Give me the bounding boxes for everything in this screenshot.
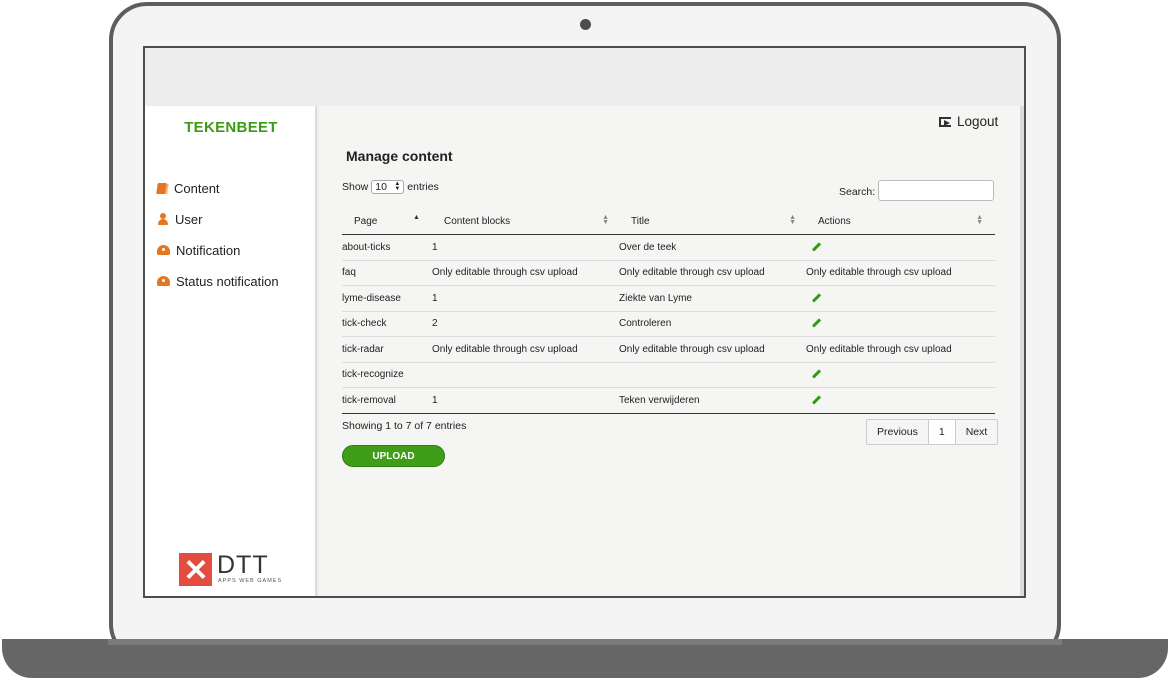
- cell-title: Ziekte van Lyme: [619, 285, 806, 312]
- logout-icon: [939, 116, 951, 127]
- dtt-logo: DTT APPS WEB GAMES: [179, 551, 283, 587]
- table-row: tick-recognize: [342, 362, 995, 388]
- cell-page: tick-recognize: [342, 362, 432, 388]
- cell-actions: [806, 311, 995, 337]
- table-row: tick-removal 1 Teken verwijderen: [342, 387, 995, 414]
- cell-content-blocks: Only editable through csv upload: [432, 336, 619, 363]
- sidebar-item-label: Notification: [176, 242, 241, 258]
- page-1-button[interactable]: 1: [928, 420, 956, 444]
- cell-content-blocks: 1: [432, 285, 619, 312]
- upload-button[interactable]: UPLOAD: [342, 445, 445, 467]
- dtt-x-mark-icon: [179, 553, 212, 586]
- scrollbar[interactable]: [1020, 106, 1024, 596]
- book-icon: [156, 182, 167, 194]
- cell-title: Teken verwijderen: [619, 387, 806, 414]
- sidebar-item-notification[interactable]: Notification: [157, 240, 240, 260]
- dtt-logo-text: DTT: [217, 551, 269, 579]
- cell-title: Only editable through csv upload: [619, 260, 806, 286]
- sort-both-icon: ▲ ▼: [976, 214, 983, 226]
- table-row: faq Only editable through csv upload Onl…: [342, 260, 995, 286]
- camera-dot: [580, 19, 591, 30]
- column-header-content-blocks[interactable]: Content blocks ▲ ▼: [432, 208, 619, 235]
- edit-pencil-icon[interactable]: [811, 242, 822, 252]
- laptop-base-hinge: [108, 639, 1062, 645]
- edit-pencil-icon[interactable]: [811, 318, 822, 328]
- cell-content-blocks: 2: [432, 311, 619, 337]
- column-header-title[interactable]: Title ▲ ▼: [619, 208, 806, 235]
- sort-both-icon: ▲ ▼: [789, 214, 796, 226]
- cell-page: faq: [342, 260, 432, 286]
- logout-button[interactable]: Logout: [939, 114, 998, 129]
- sidebar-item-user[interactable]: User: [157, 209, 202, 229]
- cell-actions: Only editable through csv upload: [806, 260, 995, 286]
- cell-title: Only editable through csv upload: [619, 336, 806, 363]
- gauge-icon: [157, 276, 170, 286]
- cell-page: tick-removal: [342, 387, 432, 414]
- cell-actions: [806, 362, 995, 388]
- column-header-page[interactable]: Page ▲: [342, 208, 432, 235]
- sidebar-item-status-notification[interactable]: Status notification: [157, 271, 279, 291]
- cell-title: Over de teek: [619, 234, 806, 261]
- main-content: Logout Manage content Show 10 ▲ ▼ entries…: [319, 106, 1024, 596]
- sidebar: TEKENBEET Content User Notification Stat…: [145, 106, 317, 596]
- cell-page: lyme-disease: [342, 285, 432, 312]
- cell-page: about-ticks: [342, 234, 432, 261]
- entries-select-value: 10: [375, 181, 387, 193]
- edit-pencil-icon[interactable]: [811, 293, 822, 303]
- brand-title: TEKENBEET: [184, 119, 278, 136]
- cell-content-blocks: 1: [432, 234, 619, 261]
- select-arrows-icon: ▲ ▼: [394, 181, 401, 192]
- sidebar-item-label: Content: [174, 180, 220, 196]
- screen-top-area: [145, 48, 1024, 106]
- search-input[interactable]: [878, 180, 994, 201]
- content-table: Page ▲ Content blocks ▲ ▼ Title ▲ ▼ Action…: [342, 208, 995, 414]
- cell-content-blocks: Only editable through csv upload: [432, 260, 619, 286]
- logout-label: Logout: [957, 114, 999, 129]
- cell-actions: [806, 285, 995, 312]
- edit-pencil-icon[interactable]: [811, 395, 822, 405]
- gauge-icon: [157, 245, 170, 255]
- next-page-button[interactable]: Next: [956, 420, 998, 444]
- cell-actions: Only editable through csv upload: [806, 336, 995, 363]
- cell-page: tick-check: [342, 311, 432, 337]
- table-row: about-ticks 1 Over de teek: [342, 234, 995, 261]
- previous-page-button[interactable]: Previous: [867, 420, 929, 444]
- cell-title: [619, 362, 806, 388]
- cell-page: tick-radar: [342, 336, 432, 363]
- table-row: tick-radar Only editable through csv upl…: [342, 336, 995, 363]
- column-header-actions[interactable]: Actions ▲ ▼: [806, 208, 995, 235]
- user-icon: [157, 213, 169, 225]
- sidebar-item-content[interactable]: Content: [156, 178, 220, 198]
- search-label: Search:: [839, 186, 876, 198]
- entries-length-control: Show 10 ▲ ▼ entries: [342, 180, 439, 194]
- sort-both-icon: ▲ ▼: [602, 214, 609, 226]
- table-header-row: Page ▲ Content blocks ▲ ▼ Title ▲ ▼ Action…: [342, 208, 995, 235]
- sidebar-item-label: User: [175, 211, 203, 227]
- cell-title: Controleren: [619, 311, 806, 337]
- page-title: Manage content: [346, 148, 453, 164]
- dtt-logo-subtext: APPS WEB GAMES: [218, 578, 283, 584]
- entries-select[interactable]: 10 ▲ ▼: [371, 180, 405, 194]
- pagination: Previous 1 Next: [866, 419, 999, 445]
- table-row: lyme-disease 1 Ziekte van Lyme: [342, 285, 995, 312]
- cell-actions: [806, 387, 995, 414]
- sidebar-item-label: Status notification: [176, 273, 279, 289]
- entries-label: entries: [407, 181, 439, 193]
- cell-actions: [806, 234, 995, 261]
- table-row: tick-check 2 Controleren: [342, 311, 995, 337]
- laptop-screen: TEKENBEET Content User Notification Stat…: [143, 46, 1026, 598]
- table-info-text: Showing 1 to 7 of 7 entries: [342, 420, 467, 432]
- edit-pencil-icon[interactable]: [811, 369, 822, 379]
- sort-asc-icon: ▲: [413, 214, 420, 221]
- show-label: Show: [342, 181, 369, 193]
- cell-content-blocks: 1: [432, 387, 619, 414]
- cell-content-blocks: [432, 362, 619, 388]
